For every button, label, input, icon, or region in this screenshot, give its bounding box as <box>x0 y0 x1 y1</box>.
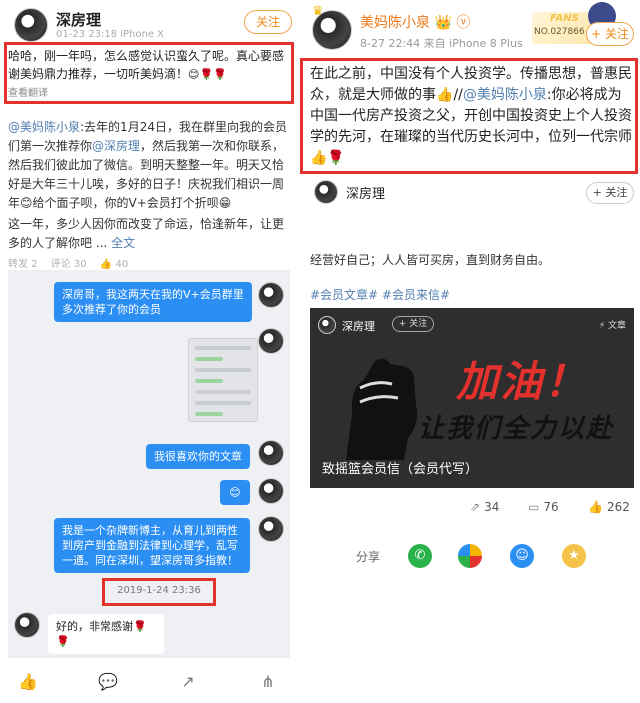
card-caption: 致摇篮会员信（会员代写） <box>322 462 479 477</box>
chat-message: 我是一个杂牌新博主，从育儿到两性到房产到金融到法律到心理学，乱写一通。同在深圳，… <box>54 518 250 573</box>
comment-count-value: 76 <box>543 500 559 514</box>
post-stats: ⇗ 34 ▭ 76 👍 262 <box>310 498 634 520</box>
repost-separator: // <box>453 87 463 103</box>
follow-button[interactable]: 关注 <box>244 10 292 34</box>
reposted-author: 深房理 + 关注 <box>310 178 634 208</box>
chat-message: 我很喜欢你的文章 <box>146 444 250 469</box>
comment-count[interactable]: ▭ 76 <box>528 500 559 514</box>
user-name[interactable]: 美妈陈小泉 👑 ⓥ <box>360 12 470 32</box>
crown-icon: ♛ <box>312 4 324 19</box>
repost-count[interactable]: 转发 2 <box>8 259 38 270</box>
thumb-icon: 👍 <box>436 87 454 103</box>
comment-icon[interactable]: 💬 <box>98 672 118 692</box>
chat-message: 😊 <box>220 480 250 505</box>
qzone-icon[interactable]: ★ <box>562 544 586 568</box>
chat-message: 好的，非常感谢🌹🌹 <box>48 614 164 654</box>
avatar[interactable] <box>14 8 48 42</box>
comment-body: 哈哈，刚一年吗，怎么感觉认识蛮久了呢。真心要感谢美妈鼎力推荐，一切听美妈滴！ <box>8 49 285 81</box>
card-slogan: 加油！ <box>456 357 589 406</box>
avatar[interactable] <box>314 180 338 204</box>
avatar <box>258 440 284 466</box>
post-text: 这一年，多少人因你而改变了命运，恰逢新年，让更多的人了解你吧 ... <box>8 217 285 250</box>
action-bar: 👍 💬 ↗ ⋔ <box>0 668 300 698</box>
like-count[interactable]: 👍 262 <box>588 500 630 514</box>
emoji-icon: 😊 <box>20 196 33 210</box>
avatar <box>14 612 40 638</box>
follow-button[interactable]: + 关注 <box>586 22 634 46</box>
like-icon[interactable]: 👍 <box>18 672 38 692</box>
reposted-text: 经营好自己；人人皆可买房，直到财务自由。 <box>310 253 551 267</box>
vip-badge-icon: 👑 ⓥ <box>434 15 471 31</box>
post-header: ♛ 美妈陈小泉 👑 ⓥ 8-27 22:44 来自 iPhone 8 Plus … <box>310 2 634 58</box>
card-follow-button[interactable]: + 关注 <box>392 316 434 332</box>
user-name[interactable]: 深房理 <box>346 183 385 202</box>
left-screenshot: 深房理 01-23 23:18 iPhone X 关注 哈哈，刚一年吗，怎么感觉… <box>0 0 300 703</box>
blurred-image <box>188 338 258 422</box>
mention-link[interactable]: @深房理 <box>92 139 140 153</box>
chat-message: 深房哥，我这两天在我的V+会员群里多次推荐了你的会员 <box>54 282 252 322</box>
post-paragraph: 这一年，多少人因你而改变了命运，恰逢新年，让更多的人了解你吧 ... 全文 <box>8 215 290 253</box>
mention-link[interactable]: @美妈陈小泉 <box>8 120 80 134</box>
emoji-icon: 😁 <box>218 196 232 210</box>
qq-icon[interactable]: ☺ <box>510 544 534 568</box>
share-label: 分享 <box>356 550 381 564</box>
mention-link[interactable]: @美妈陈小泉 <box>463 87 547 103</box>
user-name[interactable]: 深房理 <box>56 9 101 30</box>
comment-text: 哈哈，刚一年吗，怎么感觉认识蛮久了呢。真心要感谢美妈鼎力推荐，一切听美妈滴！😊🌹… <box>8 47 290 84</box>
quoted-post: @美妈陈小泉:去年的1月24日，我在群里向我的会员们第一次推荐你@深房理，然后我… <box>8 118 290 213</box>
full-text-link[interactable]: 全文 <box>111 236 135 250</box>
repost-icon: ⇗ <box>470 500 481 514</box>
forward-icon[interactable]: ⋔ <box>258 672 278 692</box>
repost-count-value: 34 <box>484 500 500 514</box>
translate-link[interactable]: 查看翻译 <box>8 84 48 99</box>
fist-icon <box>316 344 432 460</box>
repost-count[interactable]: ⇗ 34 <box>470 500 499 514</box>
follow-button[interactable]: + 关注 <box>586 182 634 204</box>
hashtag-links[interactable]: #会员文章# #会员来信# <box>310 286 450 303</box>
post-stats: 转发 2 评论 30 👍 40 <box>8 255 148 270</box>
card-user-name: 深房理 <box>342 320 375 333</box>
comment-icon: ▭ <box>528 500 540 514</box>
chat-screenshot: 深房哥，我这两天在我的V+会员群里多次推荐了你的会员 我很喜欢你的文章 😊 我是… <box>8 270 290 658</box>
moments-icon[interactable] <box>458 544 482 568</box>
wechat-icon[interactable]: ✆ <box>408 544 432 568</box>
chat-timestamp: 2019-1-24 23:36 <box>117 585 201 596</box>
like-icon: 👍 <box>588 500 603 514</box>
user-name-text: 美妈陈小泉 <box>360 15 430 31</box>
like-count-value: 40 <box>115 259 129 270</box>
avatar <box>318 316 336 334</box>
fans-number: NO.027866 <box>534 27 585 37</box>
like-count-value: 262 <box>606 500 630 514</box>
card-slogan: 让我们全力以赴 <box>418 414 615 444</box>
right-screenshot: ♛ 美妈陈小泉 👑 ⓥ 8-27 22:44 来自 iPhone 8 Plus … <box>300 0 640 703</box>
share-bar: 分享 ✆ ☺ ★ <box>310 540 634 576</box>
emoji-icon: 😊🌹🌹 <box>188 68 227 81</box>
avatar <box>258 328 284 354</box>
share-out-icon[interactable]: ↗ <box>178 672 198 692</box>
post-meta: 01-23 23:18 iPhone X <box>56 29 165 40</box>
emoji-icon: 👍🌹 <box>310 150 345 166</box>
avatar <box>258 478 284 504</box>
like-count[interactable]: 👍 40 <box>100 259 138 270</box>
comment-count[interactable]: 评论 30 <box>51 259 87 270</box>
avatar <box>258 282 284 308</box>
comment-header: 深房理 01-23 23:18 iPhone X 关注 <box>8 6 294 42</box>
avatar <box>258 516 284 542</box>
article-label: ⚡ 文章 <box>598 321 626 331</box>
post-meta: 8-27 22:44 来自 iPhone 8 Plus <box>360 37 523 50</box>
fans-label: FANS <box>550 13 579 24</box>
article-card[interactable]: 深房理 + 关注 ⚡ 文章 加油！ 让我们全力以赴 致摇篮会员信（会员代写） <box>310 308 634 488</box>
post-text: 给个面子呗，你的V+会员打个折呗 <box>32 196 219 210</box>
post-text: 在此之前，中国没有个人投资学。传播思想，普惠民众，就是大师做的事👍//@美妈陈小… <box>310 64 632 169</box>
